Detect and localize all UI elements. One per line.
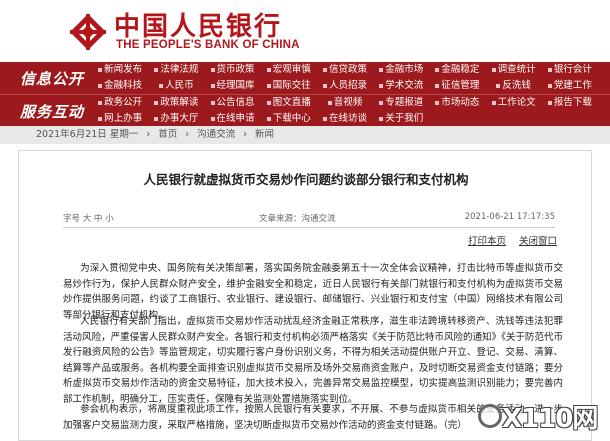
bullet-icon [266, 83, 271, 88]
bullet-icon [379, 67, 384, 72]
breadcrumb-news[interactable]: 新闻 [255, 129, 274, 140]
bullet-icon [210, 116, 215, 121]
nav-link[interactable]: 政务公开 [92, 95, 148, 111]
bullet-icon [496, 83, 501, 88]
bullet-icon [266, 67, 271, 72]
bullet-icon [98, 100, 103, 105]
article-timestamp: 2021-06-21 17:17:35 [464, 212, 555, 222]
breadcrumb-separator: › [185, 129, 190, 140]
nav-link[interactable]: 公告信息 [204, 95, 260, 111]
nav-heading-service-interaction: 服务互动 [20, 103, 85, 121]
nav-link[interactable]: 新闻发布 [92, 62, 148, 78]
pboc-logo-icon[interactable] [68, 12, 108, 52]
nav-link[interactable]: 专题报道 [373, 95, 429, 111]
nav-link[interactable]: 银行会计 [542, 62, 598, 78]
article-source: 文章来源：沟通交流 [259, 214, 336, 224]
bank-name-en: THE PEOPLE'S BANK OF CHINA [116, 39, 300, 51]
nav-link[interactable]: 征信管理 [429, 78, 485, 94]
nav-link[interactable]: 在线访谈 [317, 111, 373, 127]
article-paragraph: 人民银行有关部门指出，虚拟货币交易炒作活动扰乱经济金融正常秩序，滋生非法跨境转移… [63, 316, 563, 405]
bullet-icon [154, 67, 159, 72]
nav-link[interactable]: 反洗钱 [486, 78, 542, 94]
nav-link[interactable]: 在线申请 [204, 111, 260, 127]
bullet-icon [547, 83, 552, 88]
bullet-icon [154, 116, 159, 121]
nav-link[interactable]: 政策解读 [148, 95, 204, 111]
watermark: X110网 [476, 396, 604, 434]
bullet-icon [98, 116, 103, 121]
close-window-link[interactable]: 关闭窗口 [519, 236, 557, 247]
current-date: 2021年6月21日 星期一 [36, 129, 139, 140]
bullet-icon [322, 67, 327, 72]
bullet-icon [327, 100, 332, 105]
breadcrumb-separator: › [146, 129, 151, 140]
font-size-options[interactable]: 字号 大 中 小 [63, 212, 114, 224]
bank-name-cn: 中国人民银行 [114, 12, 283, 42]
nav-link[interactable]: 宏观审慎 [261, 62, 317, 78]
bullet-icon [491, 67, 496, 72]
bullet-icon [322, 83, 327, 88]
nav-link[interactable]: 金融科技 [92, 78, 148, 94]
bullet-icon [435, 67, 440, 72]
nav-link[interactable]: 国际交往 [261, 78, 317, 94]
bullet-icon [379, 116, 384, 121]
bullet-icon [159, 83, 164, 88]
nav-links-info-disclosure: 新闻发布 法律法规 货币政策 宏观审慎 信贷政策 金融市场 金融稳定 调查统计 … [92, 62, 598, 94]
breadcrumb-communication[interactable]: 沟通交流 [197, 129, 235, 140]
bullet-icon [435, 83, 440, 88]
nav-link[interactable]: 音视频 [317, 95, 373, 111]
main-navigation: 信息公开 新闻发布 法律法规 货币政策 宏观审慎 信贷政策 金融市场 金融稳定 … [0, 62, 610, 126]
breadcrumb: 2021年6月21日 星期一 › 首页 › 沟通交流 › 新闻 [0, 126, 610, 144]
nav-link[interactable]: 办事大厅 [148, 111, 204, 127]
bullet-icon [266, 116, 271, 121]
nav-links-service-interaction: 政务公开 政策解读 公告信息 图文直播 音视频 专题报道 市场动态 工作论文 报… [92, 95, 598, 127]
meta-divider [63, 227, 555, 228]
bullet-icon [154, 100, 159, 105]
print-page-link[interactable]: 打印本页 [468, 236, 506, 247]
bullet-icon [266, 100, 271, 105]
bullet-icon [547, 67, 552, 72]
bullet-icon [379, 100, 384, 105]
nav-heading-info-disclosure: 信息公开 [20, 70, 85, 88]
nav-link[interactable]: 工作论文 [486, 95, 542, 111]
nav-link[interactable]: 学术交流 [373, 78, 429, 94]
nav-link[interactable]: 关于我们 [373, 111, 429, 127]
nav-link[interactable]: 信贷政策 [317, 62, 373, 78]
bullet-icon [547, 100, 552, 105]
breadcrumb-home[interactable]: 首页 [158, 129, 177, 140]
nav-link[interactable]: 调查统计 [486, 62, 542, 78]
watermark-text: X110网 [502, 404, 598, 434]
nav-link[interactable]: 网上办事 [92, 111, 148, 127]
nav-link[interactable]: 人民币 [148, 78, 204, 94]
breadcrumb-separator: › [243, 129, 247, 140]
article-meta: 字号 大 中 小 文章来源：沟通交流 2021-06-21 17:17:35 [63, 212, 555, 226]
nav-link[interactable]: 经理国库 [204, 78, 260, 94]
bullet-icon [322, 116, 327, 121]
nav-link[interactable]: 法律法规 [148, 62, 204, 78]
nav-link[interactable]: 金融市场 [373, 62, 429, 78]
bullet-icon [210, 83, 215, 88]
nav-link[interactable]: 图文直播 [261, 95, 317, 111]
bullet-icon [379, 83, 384, 88]
bullet-icon [435, 100, 440, 105]
article-actions: 打印本页 关闭窗口 [458, 233, 557, 247]
bullet-icon [98, 83, 103, 88]
nav-link[interactable]: 金融稳定 [429, 62, 485, 78]
nav-link[interactable]: 报告下载 [542, 95, 598, 111]
site-header: 中国人民银行 THE PEOPLE'S BANK OF CHINA [0, 0, 610, 62]
bullet-icon [98, 67, 103, 72]
nav-link[interactable]: 货币政策 [204, 62, 260, 78]
nav-link[interactable]: 党建工作 [542, 78, 598, 94]
bullet-icon [210, 67, 215, 72]
nav-link[interactable]: 人员招录 [317, 78, 373, 94]
bullet-icon [491, 100, 496, 105]
nav-link[interactable]: 下载中心 [261, 111, 317, 127]
nav-row-service-interaction: 服务互动 政务公开 政策解读 公告信息 图文直播 音视频 专题报道 市场动态 工… [0, 94, 610, 126]
nav-link[interactable]: 市场动态 [429, 95, 485, 111]
nav-row-info-disclosure: 信息公开 新闻发布 法律法规 货币政策 宏观审慎 信贷政策 金融市场 金融稳定 … [0, 62, 610, 94]
watermark-circle-icon [478, 404, 502, 428]
bullet-icon [210, 100, 215, 105]
article-title: 人民银行就虚拟货币交易炒作问题约谈部分银行和支付机构 [143, 172, 469, 187]
